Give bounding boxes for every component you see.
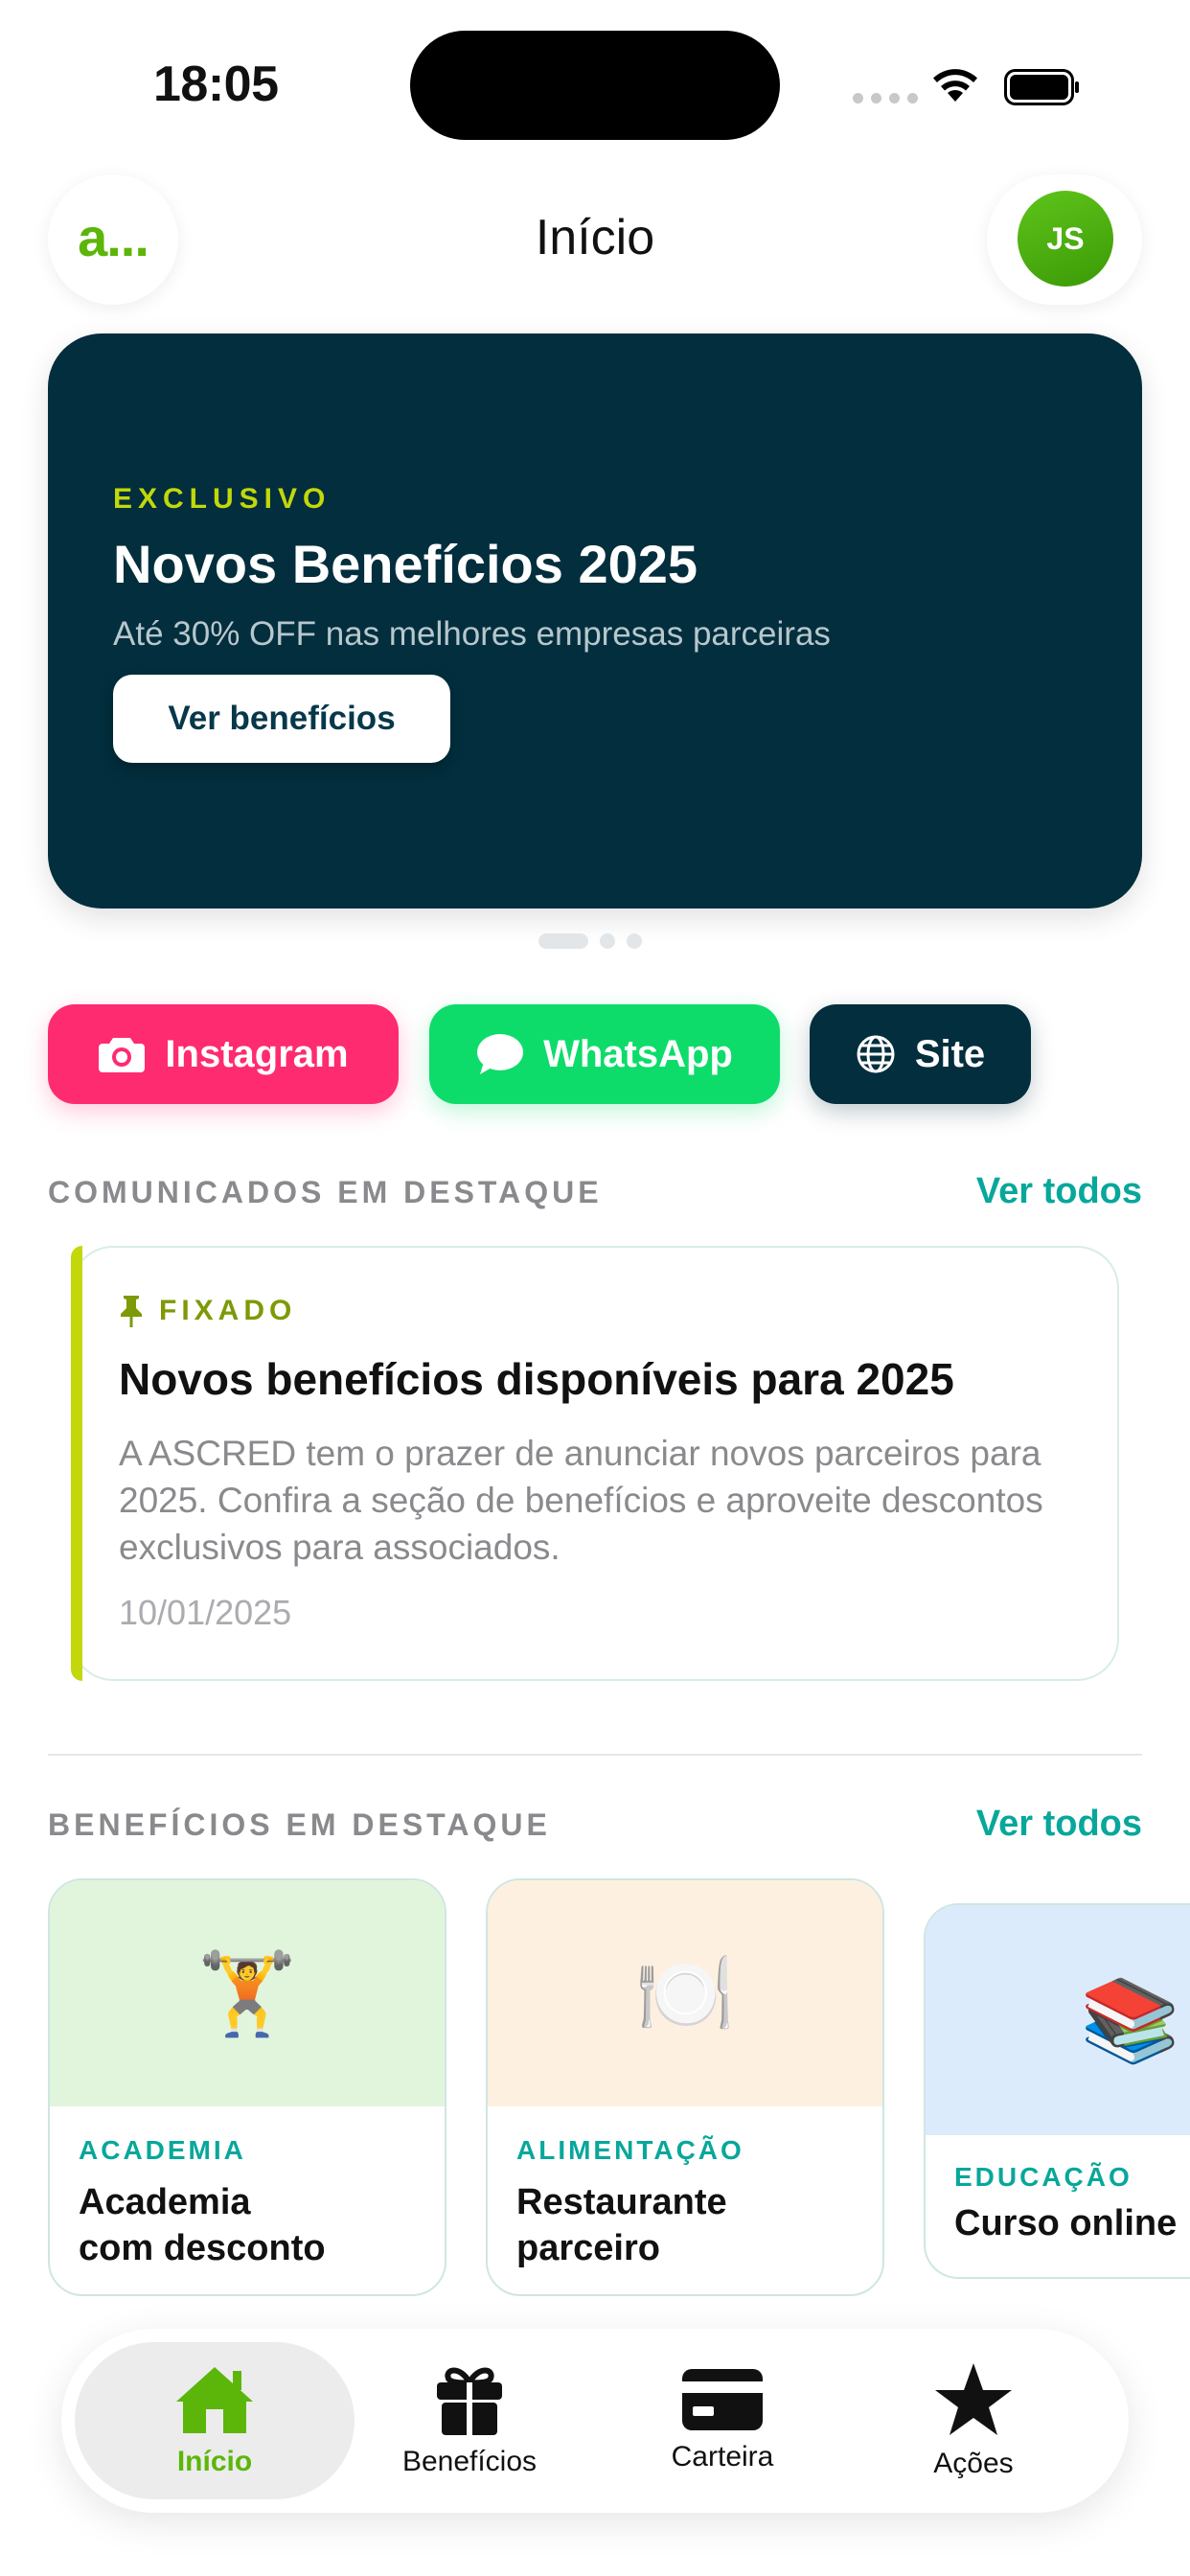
status-time: 18:05 xyxy=(153,57,279,112)
page-title: Início xyxy=(535,210,655,265)
hero-kicker: EXCLUSIVO xyxy=(113,483,332,515)
tab-acoes[interactable]: Ações xyxy=(868,2342,1079,2499)
announcement-accent-bar xyxy=(71,1246,82,1681)
benefit-title: Restaurante parceiro xyxy=(516,2182,727,2268)
whatsapp-label: WhatsApp xyxy=(543,1032,733,1075)
hero-title: Novos Benefícios 2025 xyxy=(113,534,698,594)
battery-icon xyxy=(1004,69,1079,105)
benefit-category: ACADEMIA xyxy=(79,2135,246,2165)
instagram-button[interactable]: Instagram xyxy=(48,1004,399,1104)
announcement-title: Novos benefícios disponíveis para 2025 xyxy=(119,1354,954,1404)
gift-icon xyxy=(437,2367,502,2435)
benefit-card-alimentacao[interactable]: 🍽️ ALIMENTAÇÃO Restaurante parceiro xyxy=(486,1878,884,2296)
announcement-date: 10/01/2025 xyxy=(119,1593,292,1632)
camera-icon xyxy=(99,1038,146,1072)
carousel-dot[interactable] xyxy=(627,933,642,949)
tab-label: Carteira xyxy=(671,2441,774,2472)
tab-label: Início xyxy=(176,2446,253,2477)
avatar[interactable]: JS xyxy=(1018,191,1113,287)
site-label: Site xyxy=(914,1032,986,1075)
card-icon xyxy=(682,2369,763,2430)
dynamic-island xyxy=(410,31,780,140)
carousel-dot-active[interactable] xyxy=(538,933,588,949)
tab-label: Ações xyxy=(933,2448,1014,2479)
wifi-icon xyxy=(933,69,977,102)
instagram-label: Instagram xyxy=(165,1032,349,1075)
announcements-section-title: COMUNICADOS EM DESTAQUE xyxy=(48,1175,603,1209)
benefit-title: Academia com desconto xyxy=(79,2182,326,2268)
tab-beneficios[interactable]: Benefícios xyxy=(364,2342,575,2499)
weightlifter-icon: 🏋️ xyxy=(50,1880,445,2106)
carousel-indicator[interactable] xyxy=(538,933,642,949)
benefit-card-academia[interactable]: 🏋️ ACADEMIA Academia com desconto xyxy=(48,1878,446,2296)
tab-label: Benefícios xyxy=(401,2446,538,2477)
benefits-section-title: BENEFÍCIOS EM DESTAQUE xyxy=(48,1807,551,1842)
section-divider xyxy=(48,1754,1142,1756)
cellular-signal-icon xyxy=(853,93,918,104)
pinned-label: FIXADO xyxy=(159,1295,297,1326)
star-icon xyxy=(935,2363,1012,2435)
books-icon: 📚 xyxy=(926,1905,1190,2135)
announcement-body: A ASCRED tem o prazer de anunciar novos … xyxy=(119,1434,1043,1567)
globe-icon xyxy=(857,1035,895,1073)
benefit-category: ALIMENTAÇÃO xyxy=(516,2135,744,2165)
logo-text: a... xyxy=(78,206,149,267)
plate-cutlery-icon: 🍽️ xyxy=(488,1880,882,2106)
hero-cta-button[interactable]: Ver benefícios xyxy=(113,675,450,763)
benefit-title: Curso online xyxy=(954,2203,1178,2243)
whatsapp-button[interactable]: WhatsApp xyxy=(429,1004,780,1104)
tab-inicio[interactable]: Início xyxy=(75,2342,355,2499)
app-logo-button[interactable]: a... xyxy=(48,174,178,305)
benefit-card-educacao[interactable]: 📚 EDUCAÇÃO Curso online xyxy=(924,1903,1190,2279)
site-button[interactable]: Site xyxy=(810,1004,1031,1104)
benefit-category: EDUCAÇÃO xyxy=(954,2162,1133,2192)
pin-icon xyxy=(121,1296,142,1327)
hero-subtitle: Até 30% OFF nas melhores empresas parcei… xyxy=(113,615,831,653)
house-icon xyxy=(176,2367,253,2433)
pinned-badge: FIXADO xyxy=(119,1294,296,1328)
benefits-see-all-link[interactable]: Ver todos xyxy=(976,1804,1142,1845)
carousel-dot[interactable] xyxy=(600,933,615,949)
chat-bubble-icon xyxy=(477,1034,524,1074)
tab-carteira[interactable]: Carteira xyxy=(617,2342,828,2499)
announcements-see-all-link[interactable]: Ver todos xyxy=(976,1171,1142,1212)
